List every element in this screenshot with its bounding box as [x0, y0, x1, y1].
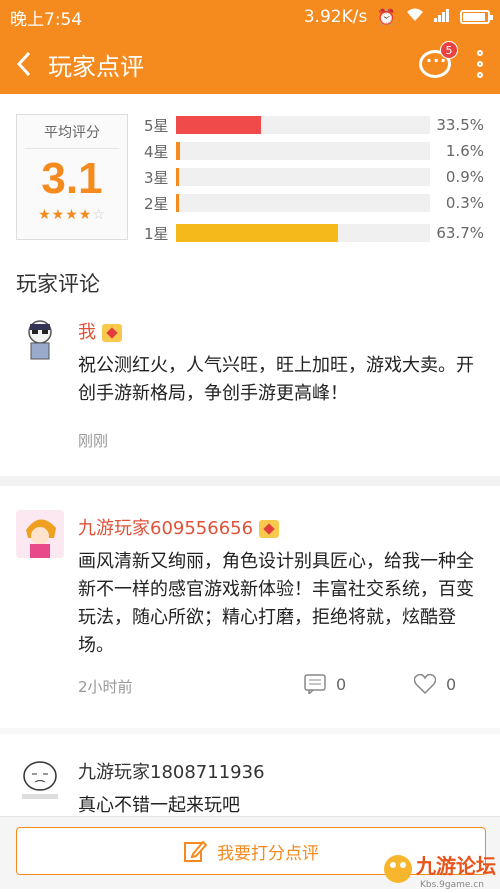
average-rating-box: 平均评分 3.1 ★★★★☆ — [16, 114, 128, 240]
network-speed: 3.92K/s — [303, 7, 368, 27]
rating-bar-track — [176, 224, 430, 242]
rating-bar-fill — [176, 168, 179, 186]
rating-bar-track — [176, 142, 430, 160]
status-bar: 晚上7:54 3.92K/s ⏰ — [0, 0, 500, 34]
app-bar: 玩家点评 5 — [0, 34, 500, 94]
comment-author[interactable]: 我 — [78, 318, 122, 344]
comment-text: 画风清新又绚丽，角色设计别具匠心，给我一种全新不一样的感官游戏新体验！丰富社交系… — [78, 551, 474, 656]
like-count: 0 — [446, 674, 457, 694]
rating-bar-label: 2星 — [144, 194, 169, 213]
watermark-title: 九游论坛 — [415, 854, 496, 878]
status-time: 晚上7:54 — [10, 9, 83, 30]
avatar[interactable] — [16, 314, 64, 362]
rating-bar-percent: 63.7% — [436, 224, 484, 242]
more-dots-icon — [477, 50, 483, 56]
bottom-bar: 我要打分点评 九游论坛 Kbs.9game.cn — [0, 816, 500, 890]
comment-time: 2小时前 — [78, 678, 133, 696]
comment-time: 刚刚 — [78, 432, 109, 450]
messages-button[interactable]: 5 — [410, 34, 460, 94]
comment-text: 真心不错一起来玩吧 — [78, 795, 240, 816]
comment-author[interactable]: 九游玩家609556656 — [78, 514, 280, 540]
rating-bar-fill — [176, 142, 180, 160]
vip-badge-icon — [259, 520, 280, 538]
section-divider — [0, 476, 500, 486]
page-title: 玩家点评 — [48, 52, 144, 81]
comment-item: 九游玩家609556656 画风清新又绚丽，角色设计别具匠心，给我一种全新不一样… — [0, 500, 500, 710]
rating-bar-fill — [176, 224, 338, 242]
rating-bar-percent: 1.6% — [445, 142, 484, 160]
battery-icon — [460, 10, 493, 24]
rating-bar-row: 1星 63.7% — [144, 222, 490, 244]
comment-icon — [304, 674, 326, 694]
write-review-label: 我要打分点评 — [217, 843, 319, 864]
comment-text: 祝公测红火，人气兴旺，旺上加旺，游戏大卖。开创手游新格局，争创手游更高峰！ — [78, 355, 474, 404]
wifi-icon — [406, 8, 424, 26]
rating-bar-percent: 0.3% — [445, 194, 484, 212]
average-rating-label: 平均评分 — [44, 125, 100, 141]
rating-bar-row: 5星 33.5% — [144, 114, 490, 136]
like-button[interactable]: 0 — [414, 674, 456, 694]
comments-heading: 玩家评论 — [16, 272, 100, 296]
vip-badge-icon — [102, 324, 122, 342]
rating-bar-fill — [176, 116, 261, 134]
author-name[interactable]: 九游玩家1808711936 — [78, 762, 265, 783]
star-icon: ★ — [38, 207, 52, 223]
watermark-url: Kbs.9game.cn — [420, 880, 484, 889]
rating-bar-track — [176, 116, 430, 134]
rating-bar-track — [176, 194, 430, 212]
rating-bar-label: 1星 — [144, 224, 169, 243]
avatar[interactable] — [16, 754, 64, 802]
half-star-icon: ★ — [78, 207, 93, 223]
star-rating: ★★★★☆ — [17, 207, 127, 223]
star-icon: ★ — [65, 207, 79, 223]
rating-bar-row: 2星 0.3% — [144, 192, 490, 214]
forum-watermark: 九游论坛 Kbs.9game.cn — [380, 843, 500, 890]
comment-item: 我 祝公测红火，人气兴旺，旺上加旺，游戏大卖。开创手游新格局，争创手游更高峰！ … — [0, 310, 500, 470]
rating-bar-fill — [176, 194, 179, 212]
edit-icon — [184, 840, 207, 862]
average-score: 3.1 — [41, 154, 103, 203]
message-badge: 5 — [440, 41, 458, 59]
rating-bar-percent: 0.9% — [445, 168, 484, 186]
author-name[interactable]: 九游玩家609556656 — [78, 518, 253, 539]
back-button[interactable] — [0, 34, 48, 94]
rating-bar-label: 3星 — [144, 168, 169, 187]
rating-bar-row: 3星 0.9% — [144, 166, 490, 188]
rating-bar-percent: 33.5% — [436, 116, 484, 134]
comment-item: 九游玩家1808711936 真心不错一起来玩吧 — [0, 744, 500, 816]
rating-bar-label: 4星 — [144, 142, 169, 161]
reply-button[interactable]: 0 — [304, 674, 346, 694]
avatar[interactable] — [16, 510, 64, 558]
reply-count: 0 — [336, 674, 347, 694]
alarm-icon: ⏰ — [377, 8, 396, 26]
chevron-left-icon — [16, 51, 31, 77]
more-menu-button[interactable] — [460, 34, 500, 94]
rating-summary: 平均评分 3.1 ★★★★☆ 5星 33.5% 4星 1.6% 3星 0.9% 2星 0.3%… — [0, 94, 500, 250]
rating-bar-track — [176, 168, 430, 186]
author-name[interactable]: 我 — [78, 322, 96, 343]
rating-bar-row: 4星 1.6% — [144, 140, 490, 162]
heart-icon — [414, 674, 436, 694]
star-empty-icon: ☆ — [92, 207, 106, 223]
comment-author[interactable]: 九游玩家1808711936 — [78, 758, 265, 784]
section-divider — [0, 728, 500, 734]
rating-bar-label: 5星 — [144, 116, 169, 135]
star-icon: ★ — [51, 207, 66, 223]
signal-icon — [434, 8, 450, 26]
